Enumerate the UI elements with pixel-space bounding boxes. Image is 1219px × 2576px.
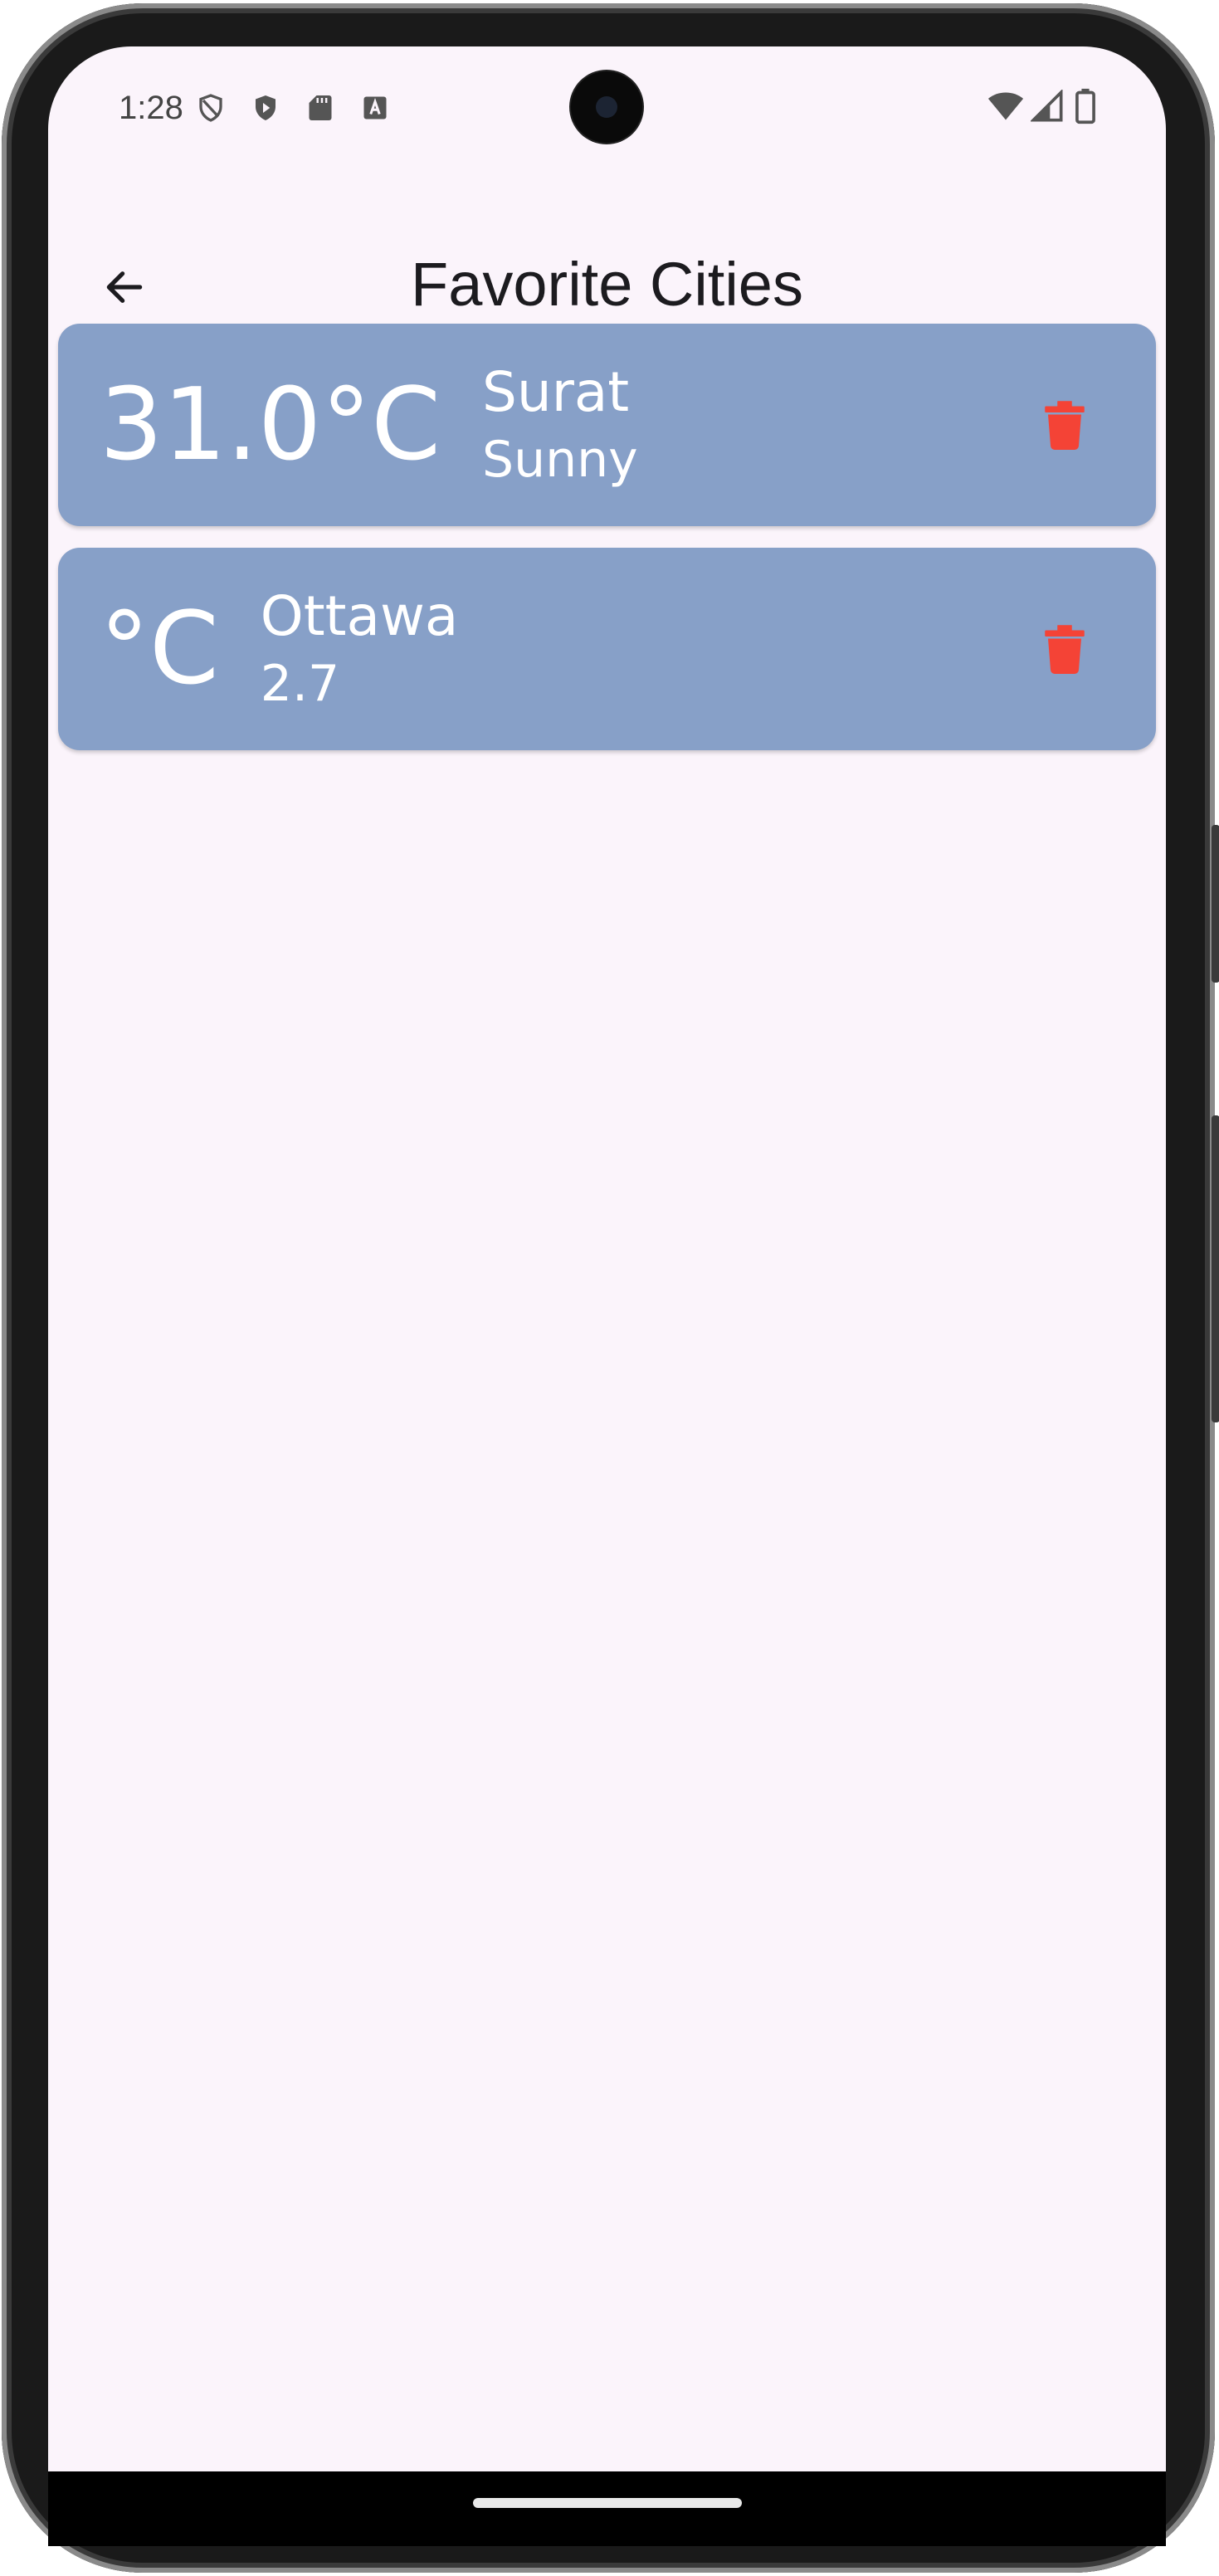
power-button: [1212, 1115, 1219, 1422]
sd-card-icon: [309, 95, 332, 120]
play-shield-icon: [256, 95, 275, 120]
city-info: Ottawa 2.7: [260, 584, 459, 713]
city-temperature: °C: [100, 591, 219, 707]
trash-icon: [1045, 625, 1085, 674]
navigation-bar: [48, 2471, 1166, 2546]
home-indicator[interactable]: [473, 2498, 742, 2508]
city-temperature: 31.0°C: [100, 367, 441, 483]
city-condition: Sunny: [481, 431, 638, 489]
delete-city-button[interactable]: [1023, 607, 1106, 690]
city-card[interactable]: °C Ottawa 2.7: [58, 548, 1156, 750]
battery-icon: [1075, 88, 1095, 124]
status-bar: 1:28: [48, 46, 1166, 179]
city-name: Surat: [481, 360, 630, 424]
shield-outline-icon: [199, 94, 222, 122]
city-condition: 2.7: [260, 655, 340, 713]
trash-icon: [1045, 401, 1085, 450]
page-title: Favorite Cities: [411, 250, 803, 319]
wifi-icon: [987, 92, 1024, 120]
city-card[interactable]: 31.0°C Surat Sunny: [58, 324, 1156, 526]
screen: 1:28 Favorite Cities 31.0°C Surat Sunny …: [48, 46, 1166, 2471]
status-time: 1:28: [119, 90, 183, 126]
volume-button: [1212, 825, 1219, 983]
signal-icon: [1031, 90, 1063, 122]
front-camera: [571, 71, 642, 143]
city-info: Surat Sunny: [482, 365, 638, 485]
delete-city-button[interactable]: [1023, 383, 1106, 466]
favorite-cities-list: 31.0°C Surat Sunny °C Ottawa 2.7: [58, 324, 1156, 772]
city-name: Ottawa: [260, 584, 459, 648]
keyboard-a-icon: [363, 96, 387, 120]
